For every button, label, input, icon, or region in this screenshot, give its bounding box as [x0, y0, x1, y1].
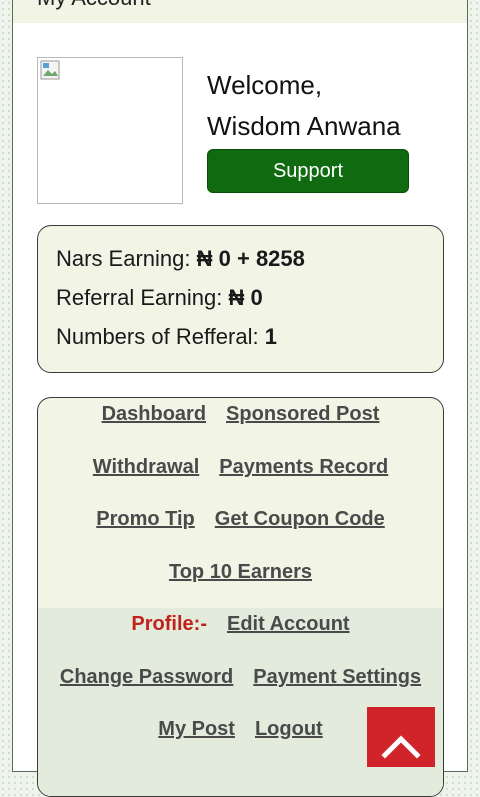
scroll-top-button[interactable]: [367, 707, 435, 767]
profile-row-2: Change Password Payment Settings: [38, 666, 443, 689]
welcome-text: Welcome,: [207, 70, 323, 100]
nav-dashboard[interactable]: Dashboard: [102, 403, 206, 426]
referral-count-label: Numbers of Refferal:: [56, 324, 259, 349]
nars-earning: Nars Earning: ₦ 0 + 8258: [56, 246, 305, 272]
nav-withdrawal[interactable]: Withdrawal: [93, 456, 200, 479]
earnings-panel: Nars Earning: ₦ 0 + 8258 Referral Earnin…: [37, 225, 444, 373]
nav-row-2: Withdrawal Payments Record: [38, 456, 443, 479]
nav-row-1: Dashboard Sponsored Post: [38, 403, 443, 426]
avatar: [37, 57, 183, 204]
support-button[interactable]: Support: [207, 149, 409, 193]
nav-edit-account[interactable]: Edit Account: [227, 613, 350, 636]
page-title: My Account: [37, 0, 151, 11]
referral-earning-label: Referral Earning:: [56, 285, 223, 310]
nars-earning-label: Nars Earning:: [56, 246, 191, 271]
account-header: My Account: [13, 0, 467, 23]
referral-earning: Referral Earning: ₦ 0: [56, 285, 263, 311]
nav-top-earners[interactable]: Top 10 Earners: [169, 561, 312, 584]
nav-row-3: Promo Tip Get Coupon Code: [38, 508, 443, 531]
nav-my-post[interactable]: My Post: [158, 718, 235, 741]
referral-count-value: 1: [264, 324, 277, 349]
nav-payment-settings[interactable]: Payment Settings: [253, 666, 421, 689]
account-card: My Account Welcome, Wisdom Anwana Suppor…: [12, 0, 468, 797]
user-name: Wisdom Anwana: [207, 111, 401, 141]
nav-promo-tip[interactable]: Promo Tip: [96, 508, 195, 531]
referral-earning-value: ₦ 0: [228, 285, 263, 310]
nav-sponsored-post[interactable]: Sponsored Post: [226, 403, 379, 426]
nars-earning-value: ₦ 0 + 8258: [196, 246, 305, 271]
welcome-block: Welcome, Wisdom Anwana: [207, 65, 401, 147]
nav-change-password[interactable]: Change Password: [60, 666, 233, 689]
profile-section: Profile:- Edit Account Change Password P…: [38, 608, 443, 796]
nav-get-coupon-code[interactable]: Get Coupon Code: [215, 508, 385, 531]
referral-count: Numbers of Refferal: 1: [56, 324, 277, 350]
nav-row-4: Top 10 Earners: [38, 561, 443, 584]
profile-row-1: Profile:- Edit Account: [38, 613, 443, 636]
broken-image-icon: [40, 60, 60, 80]
profile-label: Profile:-: [131, 613, 207, 635]
chevron-up-icon: [381, 735, 421, 759]
nav-logout[interactable]: Logout: [255, 718, 323, 741]
nav-payments-record[interactable]: Payments Record: [219, 456, 388, 479]
